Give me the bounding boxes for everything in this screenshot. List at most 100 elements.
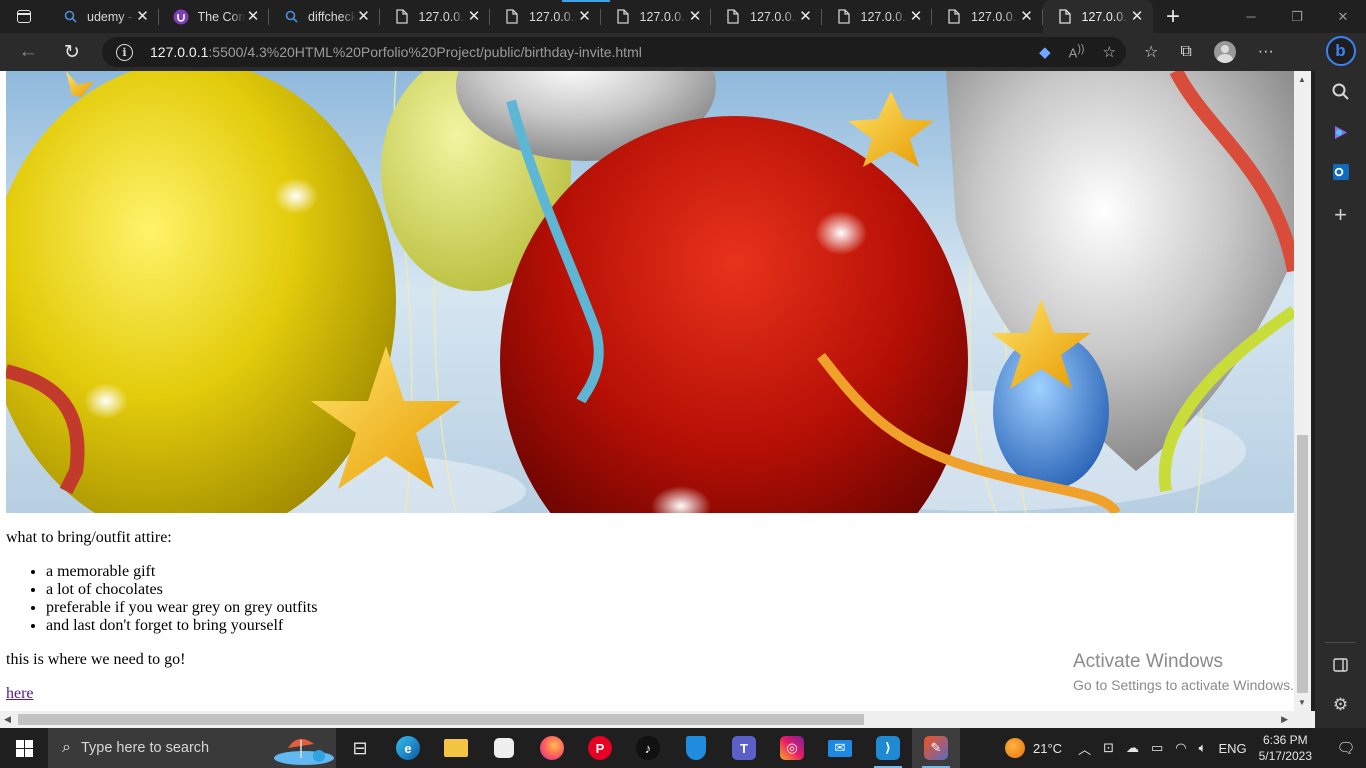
- close-icon[interactable]: ✕: [135, 8, 151, 25]
- taskbar-search-box[interactable]: ⌕ Type here to search: [48, 728, 336, 768]
- tab-actions-icon: [17, 10, 31, 23]
- sidebar-add-button[interactable]: +: [1315, 200, 1366, 230]
- new-tab-button[interactable]: +: [1153, 0, 1193, 33]
- page-icon: [1057, 9, 1073, 25]
- close-icon[interactable]: ✕: [908, 8, 924, 25]
- tiktok-icon: ♪: [636, 736, 660, 760]
- taskbar-clock[interactable]: 6:36 PM 5/17/2023: [1259, 732, 1312, 764]
- vertical-scroll-thumb[interactable]: [1297, 435, 1308, 693]
- sidebar-outlook-button[interactable]: [1315, 157, 1366, 187]
- taskbar-microsoft-store[interactable]: [480, 728, 528, 768]
- battery-icon[interactable]: ▭: [1151, 740, 1163, 756]
- close-window-button[interactable]: ✕: [1320, 0, 1366, 33]
- sidebar-search-button[interactable]: [1315, 76, 1366, 106]
- reload-button[interactable]: ↻: [52, 36, 92, 68]
- list-item: and last don't forget to bring yourself: [46, 617, 317, 635]
- tag-icon[interactable]: ◆: [1039, 43, 1051, 61]
- sidebar-copilot-button[interactable]: [1315, 117, 1366, 147]
- url-text[interactable]: 127.0.0.1:5500/4.3%20HTML%20Porfolio%20P…: [150, 44, 642, 60]
- back-arrow-icon: ←: [18, 41, 38, 62]
- tab-9-active[interactable]: 127.0.0.1:5500 ✕: [1042, 0, 1153, 33]
- taskbar-defender[interactable]: [672, 728, 720, 768]
- location-link[interactable]: here: [6, 685, 34, 702]
- firefox-icon: [540, 736, 564, 760]
- vertical-scrollbar[interactable]: ▲ ▼: [1294, 71, 1311, 711]
- windows-logo-icon: [15, 739, 33, 757]
- taskbar-paint[interactable]: ✎: [912, 728, 960, 768]
- tab-title: 127.0.0.1:5500: [418, 9, 467, 24]
- page-icon: [946, 9, 962, 25]
- taskbar-mail[interactable]: ✉: [816, 728, 864, 768]
- add-favorite-icon[interactable]: ☆: [1103, 43, 1116, 61]
- close-icon[interactable]: ✕: [1019, 8, 1035, 25]
- wifi-icon[interactable]: ◠: [1175, 740, 1186, 756]
- taskbar-file-explorer[interactable]: [432, 728, 480, 768]
- site-info-icon[interactable]: i: [116, 43, 133, 61]
- page-icon: [615, 9, 631, 25]
- sidebar-hide-button[interactable]: [1315, 650, 1366, 680]
- notifications-button[interactable]: 🗨︎: [1326, 728, 1366, 768]
- url-path: :5500/4.3%20HTML%20Porfolio%20Project/pu…: [208, 44, 642, 60]
- start-button[interactable]: [0, 728, 48, 768]
- scroll-up-arrow-icon[interactable]: ▲: [1298, 75, 1306, 84]
- cloud-icon[interactable]: ☁: [1126, 740, 1139, 756]
- sidebar-settings-button[interactable]: ⚙: [1315, 690, 1366, 720]
- favorites-icon[interactable]: ☆: [1144, 42, 1158, 62]
- attire-heading: what to bring/outfit attire:: [6, 529, 172, 546]
- taskbar-tiktok[interactable]: ♪: [624, 728, 672, 768]
- system-tray: 21°C ︿ ⊡ ☁ ▭ ◠ 🔈︎ ENG 6:36 PM 5/17/2023 …: [1005, 728, 1366, 768]
- close-icon[interactable]: ✕: [356, 8, 372, 25]
- taskbar-pinterest[interactable]: P: [576, 728, 624, 768]
- tab-4[interactable]: 127.0.0.1:5500 ✕: [490, 0, 601, 33]
- scroll-right-arrow-icon[interactable]: ▶: [1281, 714, 1288, 725]
- horizontal-scrollbar[interactable]: ◀ ▶: [0, 711, 1294, 728]
- collections-icon[interactable]: ⧉: [1180, 43, 1191, 61]
- minimize-button[interactable]: ─: [1228, 0, 1274, 33]
- shield-icon: [686, 736, 706, 760]
- task-view-icon: ⊟: [352, 737, 368, 758]
- tab-actions-button[interactable]: [0, 0, 48, 33]
- scroll-left-arrow-icon[interactable]: ◀: [4, 714, 11, 725]
- address-bar[interactable]: i 127.0.0.1:5500/4.3%20HTML%20Porfolio%2…: [102, 37, 1126, 67]
- chevron-up-icon[interactable]: ︿: [1078, 739, 1091, 758]
- tab-7[interactable]: 127.0.0.1:5500 ✕: [822, 0, 933, 33]
- close-icon[interactable]: ✕: [687, 8, 703, 25]
- taskbar-edge[interactable]: e: [384, 728, 432, 768]
- read-aloud-icon[interactable]: A)): [1069, 43, 1085, 60]
- taskbar-teams[interactable]: T: [720, 728, 768, 768]
- mail-icon: ✉: [828, 739, 852, 757]
- close-icon[interactable]: ✕: [798, 8, 814, 25]
- close-icon[interactable]: ✕: [1129, 8, 1145, 25]
- horizontal-scroll-thumb[interactable]: [18, 714, 864, 725]
- tab-6[interactable]: 127.0.0.1:5500 ✕: [711, 0, 822, 33]
- bing-chat-button[interactable]: b: [1315, 36, 1366, 66]
- task-view-button[interactable]: ⊟: [336, 728, 384, 768]
- close-icon[interactable]: ✕: [245, 8, 261, 25]
- weather-widget[interactable]: 21°C: [1005, 738, 1062, 758]
- bing-icon: b: [1325, 36, 1356, 66]
- tab-1[interactable]: The Complete Web Development ✕: [159, 0, 270, 33]
- profile-avatar[interactable]: [1213, 41, 1236, 63]
- more-options-icon[interactable]: ···: [1258, 43, 1274, 61]
- close-icon[interactable]: ✕: [466, 8, 482, 25]
- tab-5[interactable]: 127.0.0.1:5500 ✕: [601, 0, 712, 33]
- language-indicator[interactable]: ENG: [1218, 741, 1246, 756]
- tab-0[interactable]: udemy - Search ✕: [48, 0, 159, 33]
- webcam-icon[interactable]: ⊡: [1103, 740, 1114, 756]
- back-button[interactable]: ←: [8, 36, 48, 68]
- taskbar-instagram[interactable]: ◎: [768, 728, 816, 768]
- close-icon[interactable]: ✕: [577, 8, 593, 25]
- tab-title: 127.0.0.1:5500: [860, 9, 909, 24]
- tab-8[interactable]: 127.0.0.1:5500 ✕: [932, 0, 1043, 33]
- tab-2[interactable]: diffchecker ✕: [269, 0, 380, 33]
- taskbar-vscode[interactable]: ⟩: [864, 728, 912, 768]
- taskbar-firefox[interactable]: [528, 728, 576, 768]
- store-icon: [494, 738, 514, 758]
- paint-icon: ✎: [924, 736, 948, 760]
- tab-title: 127.0.0.1:5500: [529, 9, 577, 24]
- tab-3[interactable]: 127.0.0.1:5500 ✕: [380, 0, 491, 33]
- volume-icon[interactable]: 🔈︎: [1199, 740, 1207, 756]
- tab-title: 127.0.0.1:5500: [639, 9, 688, 24]
- scroll-down-arrow-icon[interactable]: ▼: [1298, 698, 1306, 707]
- restore-button[interactable]: ❐: [1274, 0, 1320, 33]
